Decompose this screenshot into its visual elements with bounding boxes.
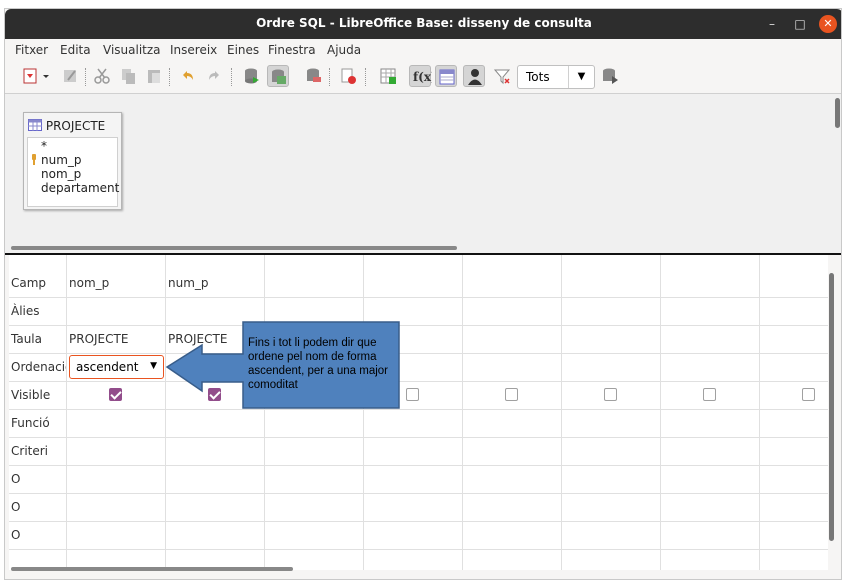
chevron-down-icon[interactable]: ▼ [568,66,594,88]
menu-bar: Fitxer Edita Visualitza Insereix Eines F… [5,40,841,60]
visible-checkbox[interactable] [802,388,815,401]
field-cell[interactable]: nom_p [69,276,109,290]
table-names-icon[interactable] [435,65,457,87]
dropdown-arrow-icon[interactable] [41,65,51,87]
field-list[interactable]: * num_p nom_p departament [27,137,119,207]
limit-combobox[interactable]: Tots ▼ [517,65,595,89]
table-icon [28,119,42,131]
menu-ajuda[interactable]: Ajuda [327,43,361,57]
run-query-icon[interactable] [241,65,263,87]
sort-order-value: ascendent [76,360,139,374]
edit-icon[interactable] [59,65,81,87]
row-label-criteri: Criteri [11,444,49,458]
functions-icon[interactable]: f(x) [409,65,437,87]
query-design-grid: Camp Àlies Taula Ordenació Visible Funció Crit… [5,255,841,579]
sort-order-select[interactable]: ascendent ▼ [69,355,164,379]
field-cell[interactable]: num_p [168,276,209,290]
grid-horizontal-scrollbar[interactable] [11,567,293,571]
distinct-values-icon[interactable] [491,65,513,87]
row-label-funcio: Funció [11,416,50,430]
undo-icon[interactable] [177,65,199,87]
functions-label: f(x) [413,70,432,84]
field-item[interactable]: * [41,139,47,153]
field-item[interactable]: num_p [41,153,82,167]
cut-icon[interactable] [91,65,113,87]
menu-edita[interactable]: Edita [60,43,91,57]
menu-insereix[interactable]: Insereix [170,43,217,57]
menu-finestra[interactable]: Finestra [268,43,316,57]
table-area-horizontal-scrollbar[interactable] [11,246,457,250]
title-bar: Ordre SQL - LibreOffice Base: disseny de… [5,9,841,39]
row-label-o-1: O [11,472,21,486]
save-icon[interactable] [19,65,41,87]
alias-icon[interactable] [463,65,485,87]
row-label-o-3: O [11,528,21,542]
design-grid-table: Camp Àlies Taula Ordenació Visible Funció Crit… [9,255,828,570]
add-query-icon[interactable] [599,65,621,87]
minimize-button[interactable]: – [763,15,781,33]
table-cell[interactable]: PROJECTE [168,332,227,346]
chevron-down-icon[interactable]: ▼ [150,361,157,371]
table-name: PROJECTE [45,119,106,133]
row-label-camp: Camp [11,276,47,290]
close-window-button[interactable]: ✕ [819,15,837,33]
clear-query-icon[interactable] [303,65,325,87]
app-window: Ordre SQL - LibreOffice Base: disseny de… [4,8,842,580]
visible-checkbox[interactable] [604,388,617,401]
row-label-visible: Visible [11,388,51,402]
callout-text: Fins i tot li podem dir que ordene pel n… [248,337,389,391]
table-area-vertical-scrollbar[interactable] [835,98,840,128]
visible-checkbox[interactable] [109,388,122,401]
paste-icon[interactable] [143,65,165,87]
visible-checkbox[interactable] [703,388,716,401]
maximize-button[interactable]: □ [791,15,809,33]
primary-key-icon [30,154,38,169]
window-title: Ordre SQL - LibreOffice Base: disseny de… [256,16,592,30]
copy-icon[interactable] [117,65,139,87]
table-cell[interactable]: PROJECTE [69,332,128,346]
grid-vertical-scrollbar[interactable] [829,273,834,541]
row-label-taula: Taula [11,332,42,346]
row-label-alies: Àlies [11,304,40,318]
field-item[interactable]: nom_p [41,167,81,181]
close-icon[interactable] [337,65,359,87]
design-view-icon[interactable] [267,65,289,87]
table-window-projecte[interactable]: PROJECTE * num_p nom_p departament [23,112,122,210]
add-table-icon[interactable] [377,65,399,87]
limit-value: Tots [526,70,550,84]
visible-checkbox[interactable] [406,388,419,401]
menu-visualitza[interactable]: Visualitza [103,43,161,57]
row-label-ordenacio: Ordenació [11,360,66,374]
table-design-area[interactable]: PROJECTE * num_p nom_p departament [5,93,841,253]
visible-checkbox[interactable] [208,388,221,401]
menu-fitxer[interactable]: Fitxer [15,43,48,57]
row-label-o-2: O [11,500,21,514]
visible-checkbox[interactable] [505,388,518,401]
redo-icon[interactable] [203,65,225,87]
field-item[interactable]: departament [41,181,119,195]
menu-eines[interactable]: Eines [227,43,259,57]
toolbar: f(x) Tots ▼ [5,61,841,91]
